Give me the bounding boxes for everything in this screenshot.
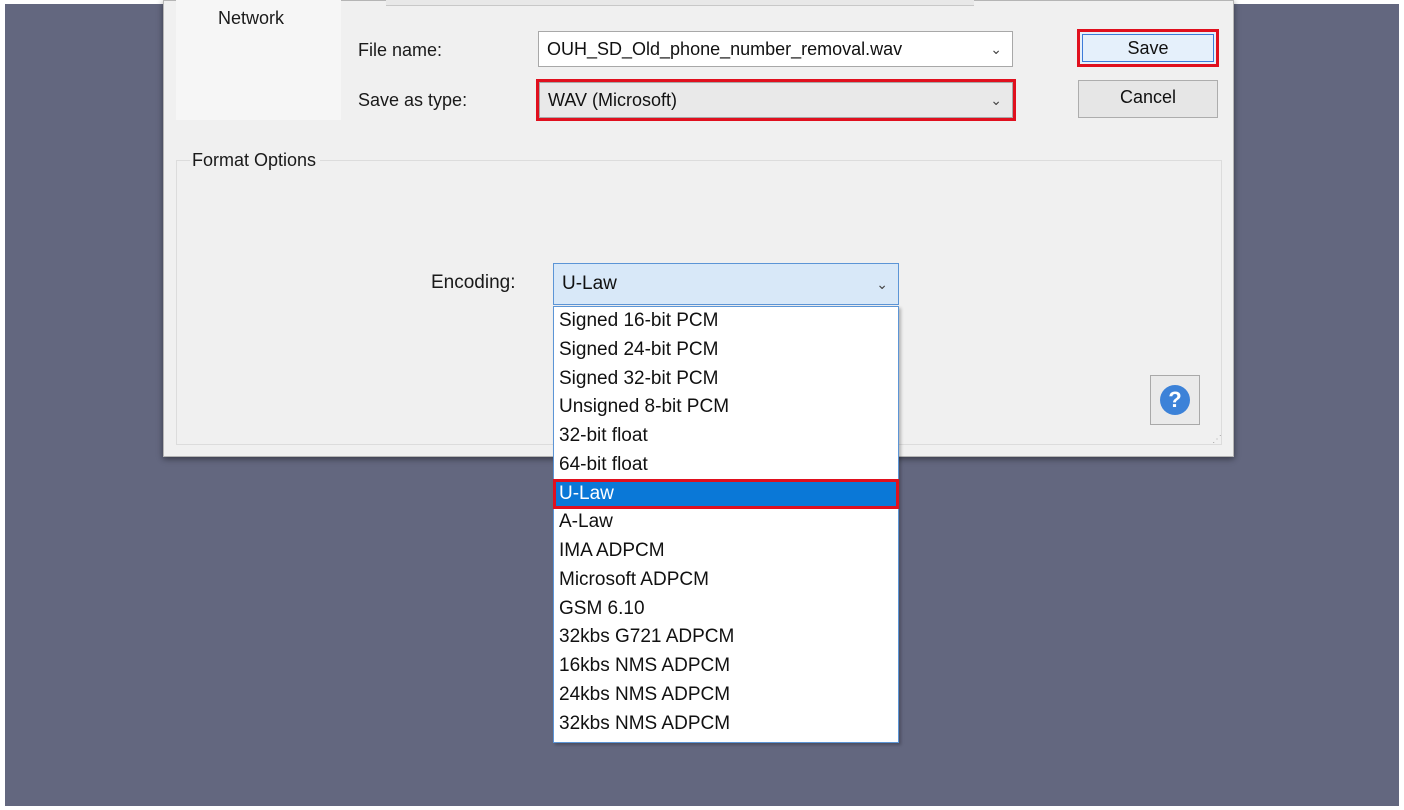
encoding-label: Encoding: [431, 272, 516, 293]
encoding-option[interactable]: IMA ADPCM [554, 537, 898, 566]
help-button[interactable]: ? [1150, 375, 1200, 425]
encoding-option[interactable]: 32kbs G721 ADPCM [554, 623, 898, 652]
resize-grip-icon[interactable]: ⋰ [1212, 435, 1226, 451]
encoding-option[interactable]: 32kbs NMS ADPCM [554, 710, 898, 739]
encoding-option[interactable]: 16kbs NMS ADPCM [554, 652, 898, 681]
file-name-input[interactable]: OUH_SD_Old_phone_number_removal.wav ⌄ [538, 31, 1013, 67]
encoding-option[interactable]: 24kbs NMS ADPCM [554, 681, 898, 710]
file-list-bottom-edge [386, 0, 974, 6]
format-options-legend: Format Options [190, 150, 321, 171]
encoding-option[interactable]: Signed 16-bit PCM [554, 307, 898, 336]
encoding-option[interactable]: Signed 24-bit PCM [554, 336, 898, 365]
encoding-option[interactable]: Unsigned 8-bit PCM [554, 393, 898, 422]
encoding-select[interactable]: U-Law ⌄ [553, 263, 899, 305]
encoding-option[interactable]: GSM 6.10 [554, 595, 898, 624]
encoding-value: U-Law [562, 273, 617, 294]
save-as-type-select[interactable]: WAV (Microsoft) ⌄ [536, 79, 1016, 121]
encoding-option[interactable]: Signed 32-bit PCM [554, 365, 898, 394]
nav-item-network[interactable]: Network [218, 8, 284, 29]
chevron-down-icon[interactable]: ⌄ [990, 83, 1002, 117]
file-name-label: File name: [358, 40, 443, 60]
save-as-type-value: WAV (Microsoft) [548, 90, 677, 110]
chevron-down-icon[interactable]: ⌄ [990, 32, 1002, 66]
cancel-button[interactable]: Cancel [1078, 80, 1218, 118]
help-icon: ? [1160, 385, 1190, 415]
chevron-down-icon[interactable]: ⌄ [876, 264, 888, 304]
encoding-option[interactable]: Microsoft ADPCM [554, 566, 898, 595]
encoding-dropdown-list: Signed 16-bit PCM Signed 24-bit PCM Signed… [553, 306, 899, 743]
encoding-option[interactable]: U-Law [553, 478, 899, 510]
save-as-type-label: Save as type: [358, 90, 468, 110]
file-name-value: OUH_SD_Old_phone_number_removal.wav [547, 39, 903, 59]
save-button[interactable]: Save [1077, 29, 1219, 67]
encoding-option[interactable]: 64-bit float [554, 451, 898, 480]
save-button-focus-ring [1082, 34, 1214, 62]
encoding-option[interactable]: 32-bit float [554, 422, 898, 451]
encoding-option[interactable]: A-Law [554, 508, 898, 537]
